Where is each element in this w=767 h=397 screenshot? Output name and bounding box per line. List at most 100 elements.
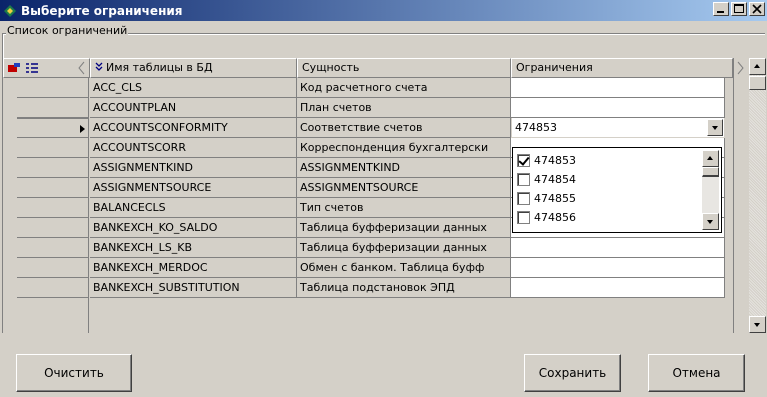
- option-label: 474853: [534, 154, 576, 167]
- column-header-restrictions[interactable]: Ограничения: [511, 58, 733, 78]
- dropdown-scroll-up-icon: [707, 156, 713, 160]
- row-indicator[interactable]: [17, 198, 89, 218]
- cell-restriction[interactable]: [511, 258, 725, 278]
- collapse-right-icon[interactable]: [736, 61, 746, 75]
- cell-table-name[interactable]: ASSIGNMENTKIND: [90, 158, 297, 178]
- dropdown-option[interactable]: 474855: [517, 189, 576, 208]
- column-header-entity-label: Сущность: [302, 61, 360, 74]
- filter-icon[interactable]: [7, 61, 21, 75]
- cell-entity[interactable]: Таблица буфферизации данных: [297, 238, 511, 258]
- row-indicator[interactable]: [17, 158, 89, 178]
- restrictions-dropdown[interactable]: 474853 474854 474855 474856: [512, 147, 722, 233]
- cell-entity[interactable]: ASSIGNMENTKIND: [297, 158, 511, 178]
- cell-entity[interactable]: Таблица буфферизации данных: [297, 218, 511, 238]
- collapse-left-icon[interactable]: [78, 61, 86, 75]
- dropdown-scrollbar[interactable]: [702, 150, 719, 230]
- dropdown-scroll-up-button[interactable]: [702, 150, 719, 167]
- cell-restriction[interactable]: [511, 98, 725, 118]
- cell-table-name[interactable]: BANKEXCH_LS_KB: [90, 238, 297, 258]
- row-indicator[interactable]: [17, 138, 89, 158]
- dropdown-option[interactable]: 474856: [517, 208, 576, 227]
- cell-restriction[interactable]: [511, 238, 725, 258]
- window-maximize-icon: [734, 4, 744, 13]
- option-checkbox[interactable]: [517, 173, 530, 186]
- window-minimize-button[interactable]: [713, 2, 729, 16]
- column-header-table-label: Имя таблицы в БД: [106, 61, 213, 74]
- chevron-down-icon: [712, 126, 718, 130]
- row-indicator[interactable]: [17, 78, 89, 98]
- dropdown-scroll-thumb[interactable]: [702, 167, 719, 177]
- option-checkbox[interactable]: [517, 211, 530, 224]
- restriction-combobox-button[interactable]: [707, 119, 723, 136]
- window-title: Выберите ограничения: [21, 3, 183, 18]
- cell-table-name[interactable]: ACCOUNTSCORR: [90, 138, 297, 158]
- window-minimize-icon: [717, 11, 724, 13]
- window-close-icon: [752, 4, 762, 14]
- row-indicator[interactable]: [17, 218, 89, 238]
- column-header-entity[interactable]: Сущность: [297, 58, 511, 78]
- save-button[interactable]: Сохранить: [524, 354, 621, 392]
- row-indicator[interactable]: [17, 238, 89, 258]
- title-bar: Выберите ограничения: [0, 0, 767, 21]
- option-label: 474856: [534, 211, 576, 224]
- table-row[interactable]: BANKEXCH_SUBSTITUTION Таблица подстановок…: [3, 278, 733, 298]
- table-row[interactable]: ACCOUNTPLAN План счетов: [3, 98, 733, 118]
- cell-entity[interactable]: Обмен с банком. Таблица буфф: [297, 258, 511, 278]
- window-maximize-button[interactable]: [731, 2, 747, 16]
- table-row[interactable]: BANKEXCH_LS_KB Таблица буфферизации данны…: [3, 238, 733, 258]
- cancel-button[interactable]: Отмена: [648, 354, 745, 392]
- cell-entity[interactable]: Код расчетного счета: [297, 78, 511, 98]
- window-close-button[interactable]: [749, 2, 765, 16]
- group-label: Список ограничений: [6, 24, 129, 37]
- row-indicator[interactable]: [17, 278, 89, 298]
- cell-restriction[interactable]: [511, 278, 725, 298]
- table-row[interactable]: BANKEXCH_MERDOC Обмен с банком. Таблица б…: [3, 258, 733, 278]
- grid-vertical-scrollbar[interactable]: [749, 58, 766, 333]
- scroll-up-button[interactable]: [749, 58, 766, 75]
- option-label: 474855: [534, 192, 576, 205]
- dropdown-option[interactable]: 474853: [517, 151, 576, 170]
- cell-entity[interactable]: План счетов: [297, 98, 511, 118]
- dropdown-scroll-down-icon: [707, 220, 713, 224]
- table-row[interactable]: ACC_CLS Код расчетного счета: [3, 78, 733, 98]
- option-label: 474854: [534, 173, 576, 186]
- cell-table-name[interactable]: BANKEXCH_MERDOC: [90, 258, 297, 278]
- grid-header: Имя таблицы в БД Сущность Ограничения: [3, 58, 733, 78]
- table-row[interactable]: ACCOUNTSCONFORMITY Соответствие счетов 474…: [3, 118, 733, 138]
- clear-button[interactable]: Очистить: [16, 354, 132, 392]
- column-header-restrictions-label: Ограничения: [516, 61, 593, 74]
- column-header-table[interactable]: Имя таблицы в БД: [90, 58, 297, 78]
- scroll-thumb[interactable]: [749, 76, 766, 90]
- cell-table-name[interactable]: BANKEXCH_KO_SALDO: [90, 218, 297, 238]
- sort-icon: [95, 62, 103, 71]
- option-checkbox[interactable]: [517, 154, 530, 167]
- cell-table-name[interactable]: ACC_CLS: [90, 78, 297, 98]
- row-indicator-empty: [17, 298, 89, 333]
- list-icon[interactable]: [25, 61, 39, 75]
- cell-table-name[interactable]: BANKEXCH_SUBSTITUTION: [90, 278, 297, 298]
- cell-entity[interactable]: Соответствие счетов: [297, 118, 511, 138]
- restriction-combobox[interactable]: 474853: [512, 118, 724, 137]
- restriction-combobox-value: 474853: [515, 121, 557, 134]
- dropdown-option[interactable]: 474854: [517, 170, 576, 189]
- row-indicator[interactable]: [17, 258, 89, 278]
- scroll-up-icon: [754, 64, 760, 68]
- option-checkbox[interactable]: [517, 192, 530, 205]
- cell-entity[interactable]: ASSIGNMENTSOURCE: [297, 178, 511, 198]
- cell-table-name[interactable]: BALANCECLS: [90, 198, 297, 218]
- scroll-down-button[interactable]: [749, 316, 766, 333]
- cell-entity[interactable]: Таблица подстановок ЭПД: [297, 278, 511, 298]
- cell-table-name[interactable]: ACCOUNTPLAN: [90, 98, 297, 118]
- row-indicator[interactable]: [17, 178, 89, 198]
- app-icon: [4, 4, 16, 17]
- cell-table-name[interactable]: ACCOUNTSCONFORMITY: [90, 118, 297, 138]
- cell-entity[interactable]: Корреспонденция бухгалтерски: [297, 138, 511, 158]
- cell-entity[interactable]: Тип счетов: [297, 198, 511, 218]
- row-indicator[interactable]: [17, 118, 89, 138]
- cell-table-name[interactable]: ASSIGNMENTSOURCE: [90, 178, 297, 198]
- cell-restriction[interactable]: [511, 78, 725, 98]
- dropdown-scroll-down-button[interactable]: [702, 213, 719, 230]
- grid-right-strip: [733, 58, 749, 333]
- row-indicator[interactable]: [17, 98, 89, 118]
- grid-empty-area: [90, 298, 725, 333]
